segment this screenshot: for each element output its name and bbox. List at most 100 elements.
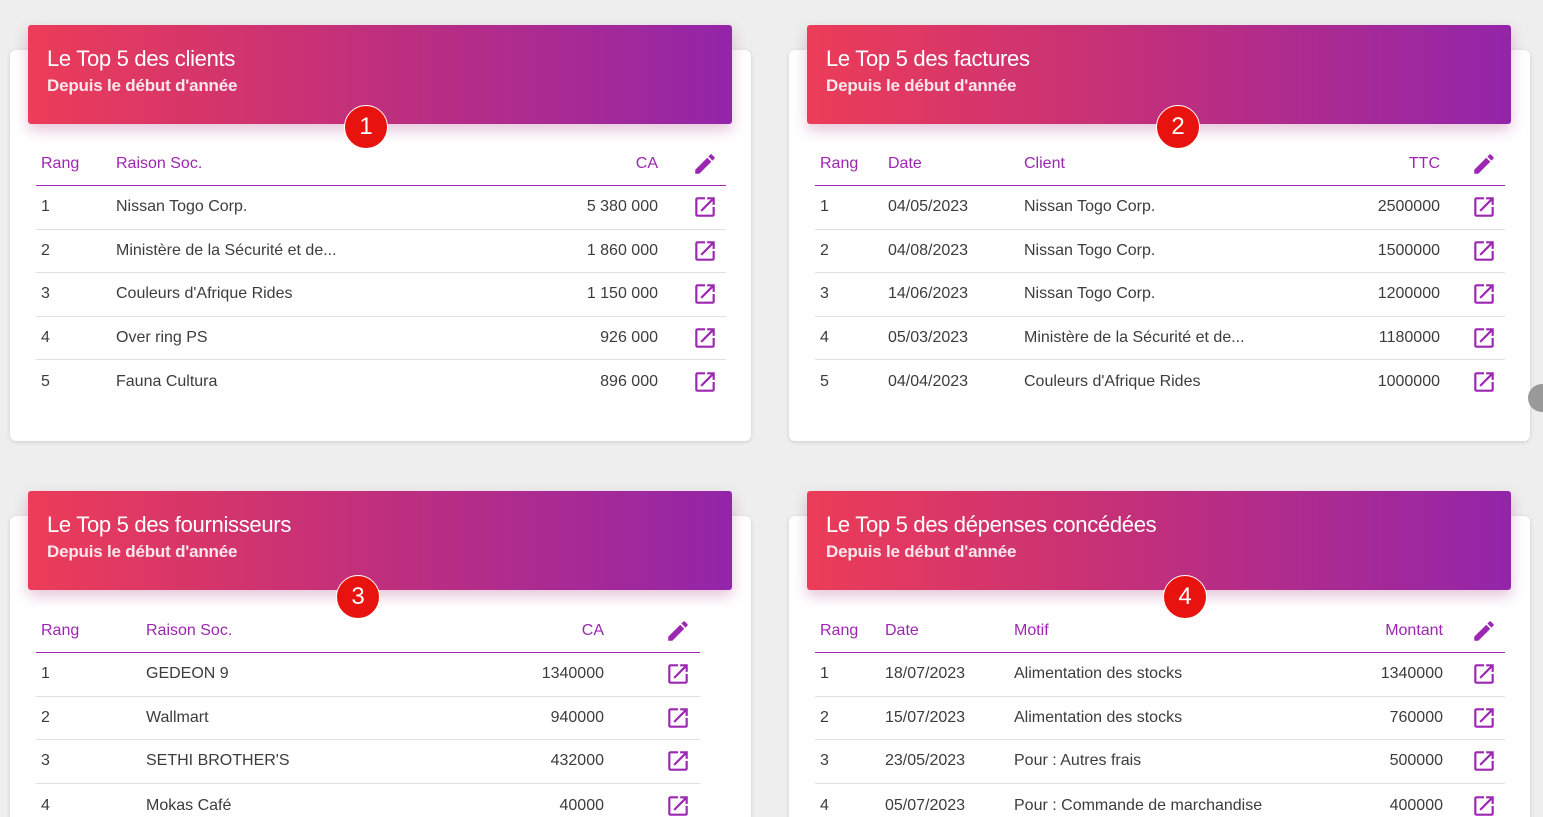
date-cell: 18/07/2023	[885, 665, 966, 683]
table-header: Rang Date Client TTC	[815, 142, 1505, 186]
reason-cell: Alimentation des stocks	[1014, 708, 1183, 726]
open-in-new-icon[interactable]	[1471, 661, 1497, 687]
rank-cell: 2	[41, 708, 50, 726]
rank-column-header[interactable]: Rang	[820, 142, 858, 185]
table-row: 4 Over ring PS 926 000	[36, 317, 726, 361]
pencil-icon[interactable]	[1471, 151, 1497, 177]
name-column-header[interactable]: Raison Soc.	[146, 609, 232, 652]
table-row: 2 04/08/2023 Nissan Togo Corp. 1500000	[815, 230, 1505, 274]
open-in-new-icon[interactable]	[692, 325, 718, 351]
name-cell: Fauna Cultura	[116, 373, 218, 391]
open-in-new-icon[interactable]	[692, 369, 718, 395]
reason-cell: Pour : Commande de marchandise	[1014, 796, 1263, 814]
open-in-new-icon[interactable]	[665, 748, 691, 774]
amount-cell: 940000	[550, 708, 604, 726]
date-column-header[interactable]: Date	[888, 142, 922, 185]
table-row: 3 14/06/2023 Nissan Togo Corp. 1200000	[815, 273, 1505, 317]
open-in-new-icon[interactable]	[1471, 369, 1497, 395]
rank-cell: 3	[41, 752, 50, 770]
open-in-new-icon[interactable]	[1471, 194, 1497, 220]
table-header: Rang Raison Soc. CA	[36, 142, 726, 186]
open-in-new-icon[interactable]	[1471, 281, 1497, 307]
amount-column-header[interactable]: TTC	[1409, 142, 1440, 185]
table-row: 1 04/05/2023 Nissan Togo Corp. 2500000	[815, 186, 1505, 230]
rank-cell: 1	[41, 198, 50, 216]
table-row: 1 18/07/2023 Alimentation des stocks 134…	[815, 653, 1505, 697]
reason-cell: Alimentation des stocks	[1014, 665, 1183, 683]
card-title: Le Top 5 des dépenses concédées	[826, 512, 1157, 537]
amount-column-header[interactable]: CA	[582, 609, 604, 652]
top-expenses-table: Rang Date Motif Montant 1 18/07/2023 Ali…	[815, 609, 1505, 817]
client-cell: Nissan Togo Corp.	[1024, 241, 1156, 259]
rank-cell: 3	[820, 752, 829, 770]
top-suppliers-table: Rang Raison Soc. CA 1 GEDEON 9 1340000 2…	[36, 609, 700, 817]
scroll-handle[interactable]	[1528, 384, 1543, 412]
date-cell: 05/07/2023	[885, 796, 966, 814]
amount-cell: 896 000	[600, 373, 658, 391]
name-cell: Nissan Togo Corp.	[116, 198, 248, 216]
open-in-new-icon[interactable]	[1471, 325, 1497, 351]
client-column-header[interactable]: Client	[1024, 142, 1065, 185]
card-subtitle: Depuis le début d'année	[826, 542, 1017, 561]
amount-cell: 926 000	[600, 329, 658, 347]
open-in-new-icon[interactable]	[1471, 793, 1497, 817]
open-in-new-icon[interactable]	[665, 793, 691, 817]
rank-cell: 2	[820, 241, 829, 259]
open-in-new-icon[interactable]	[692, 194, 718, 220]
table-row: 2 Ministère de la Sécurité et de... 1 86…	[36, 230, 726, 274]
amount-cell: 500000	[1389, 752, 1443, 770]
pencil-icon[interactable]	[665, 618, 691, 644]
name-cell: GEDEON 9	[146, 665, 229, 683]
amount-cell: 1500000	[1377, 241, 1440, 259]
table-row: 2 Wallmart 940000	[36, 697, 700, 741]
amount-cell: 5 380 000	[586, 198, 658, 216]
rank-cell: 4	[820, 796, 829, 814]
name-cell: Over ring PS	[116, 329, 208, 347]
card-subtitle: Depuis le début d'année	[47, 542, 238, 561]
open-in-new-icon[interactable]	[1471, 748, 1497, 774]
top-suppliers-header: Le Top 5 des fournisseurs Depuis le débu…	[28, 491, 732, 590]
client-cell: Ministère de la Sécurité et de...	[1024, 329, 1245, 347]
pencil-icon[interactable]	[1471, 618, 1497, 644]
amount-column-header[interactable]: Montant	[1385, 609, 1443, 652]
rank-cell: 2	[820, 708, 829, 726]
top-clients-table: Rang Raison Soc. CA 1 Nissan Togo Corp. …	[36, 142, 726, 404]
name-column-header[interactable]: Raison Soc.	[116, 142, 202, 185]
name-cell: Couleurs d'Afrique Rides	[116, 285, 293, 303]
rank-cell: 1	[820, 198, 829, 216]
rank-column-header[interactable]: Rang	[820, 609, 858, 652]
rank-cell: 5	[820, 373, 829, 391]
reason-cell: Pour : Autres frais	[1014, 752, 1142, 770]
date-cell: 05/03/2023	[888, 329, 969, 347]
amount-cell: 1340000	[1380, 665, 1443, 683]
open-in-new-icon[interactable]	[692, 281, 718, 307]
pencil-icon[interactable]	[692, 151, 718, 177]
card-title: Le Top 5 des fournisseurs	[47, 512, 292, 537]
open-in-new-icon[interactable]	[692, 238, 718, 264]
rank-column-header[interactable]: Rang	[41, 609, 79, 652]
rank-cell: 4	[41, 329, 50, 347]
amount-cell: 40000	[559, 796, 605, 814]
date-column-header[interactable]: Date	[885, 609, 919, 652]
rank-cell: 2	[41, 241, 50, 259]
table-header: Rang Raison Soc. CA	[36, 609, 700, 653]
open-in-new-icon[interactable]	[1471, 705, 1497, 731]
rank-cell: 1	[820, 665, 829, 683]
table-row: 3 23/05/2023 Pour : Autres frais 500000	[815, 740, 1505, 784]
top-expenses-header: Le Top 5 des dépenses concédées Depuis l…	[807, 491, 1511, 590]
date-cell: 14/06/2023	[888, 285, 969, 303]
rank-column-header[interactable]: Rang	[41, 142, 79, 185]
open-in-new-icon[interactable]	[665, 705, 691, 731]
date-cell: 23/05/2023	[885, 752, 966, 770]
card-subtitle: Depuis le début d'année	[47, 76, 238, 95]
amount-cell: 1000000	[1377, 373, 1440, 391]
rank-cell: 4	[41, 796, 50, 814]
open-in-new-icon[interactable]	[665, 661, 691, 687]
table-row: 4 Mokas Café 40000	[36, 784, 700, 817]
reason-column-header[interactable]: Motif	[1014, 609, 1049, 652]
amount-column-header[interactable]: CA	[636, 142, 658, 185]
amount-cell: 1 860 000	[586, 241, 658, 259]
rank-cell: 3	[820, 285, 829, 303]
open-in-new-icon[interactable]	[1471, 238, 1497, 264]
card-title: Le Top 5 des factures	[826, 46, 1030, 71]
